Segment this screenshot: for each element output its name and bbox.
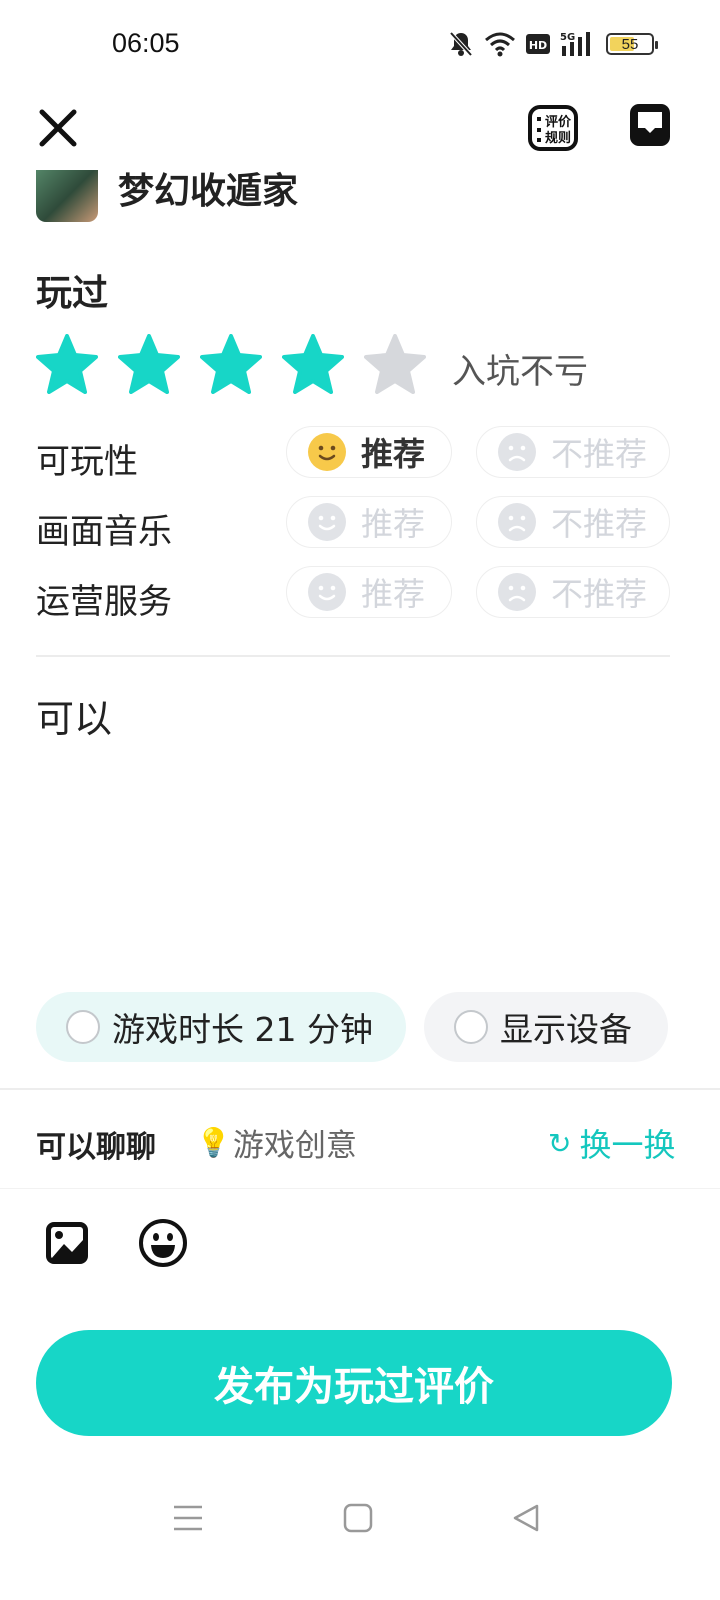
bell-off-icon: [449, 31, 473, 57]
not-recommend-button[interactable]: 不推荐: [476, 426, 670, 478]
prompt-topic-label: 游戏创意: [232, 1128, 357, 1164]
aspect-row: 可玩性 推荐 不推荐: [36, 426, 676, 482]
rules-label-line1: 评价: [545, 115, 572, 130]
smile-face-icon: [308, 433, 346, 471]
battery-level: 55: [621, 35, 639, 53]
menu-icon[interactable]: [168, 1496, 208, 1540]
aspect-label: 画面音乐: [36, 512, 172, 552]
not-recommend-label: 不推荐: [551, 575, 648, 613]
close-icon[interactable]: [34, 104, 82, 152]
lightbulb-icon: 💡: [196, 1126, 231, 1159]
aspect-row: 运营服务 推荐 不推荐: [36, 566, 676, 622]
game-title: 梦幻收遁家: [118, 171, 299, 212]
rating-caption: 入坑不亏: [452, 352, 588, 392]
inbox-icon[interactable]: [628, 102, 672, 148]
hd-icon: HD: [526, 34, 550, 54]
smile-face-icon: [308, 503, 346, 541]
divider: [0, 1188, 720, 1189]
publish-button[interactable]: 发布为玩过评价: [36, 1330, 672, 1436]
aspect-label: 可玩性: [36, 442, 138, 482]
recommend-label: 推荐: [361, 575, 426, 613]
wifi-icon: [485, 32, 515, 57]
rules-icon: 评价 规则: [528, 105, 578, 151]
sad-face-icon: [498, 503, 536, 541]
divider: [0, 1088, 720, 1090]
prompt-topic[interactable]: 💡 游戏创意: [196, 1120, 357, 1165]
signal-5g-icon: 5G: [560, 32, 590, 56]
recommend-label: 推荐: [361, 505, 426, 543]
star-1-icon[interactable]: [36, 334, 98, 394]
playtime-radio[interactable]: [66, 1010, 100, 1044]
home-icon[interactable]: [338, 1496, 378, 1540]
not-recommend-button[interactable]: 不推荐: [476, 566, 670, 618]
recommend-button[interactable]: 推荐: [286, 566, 452, 618]
prompt-label: 可以聊聊: [36, 1130, 156, 1165]
rules-label-line2: 规则: [545, 130, 571, 146]
star-2-icon[interactable]: [118, 334, 180, 394]
recommend-label: 推荐: [361, 435, 426, 473]
back-icon[interactable]: [506, 1496, 546, 1540]
device-tag[interactable]: 显示设备: [424, 992, 668, 1062]
refresh-icon: ↻: [548, 1126, 572, 1160]
star-5-icon[interactable]: [364, 334, 426, 394]
device-radio[interactable]: [454, 1010, 488, 1044]
status-icons: HD 5G 55: [448, 30, 658, 58]
star-rating[interactable]: [36, 334, 426, 394]
svg-text:5G: 5G: [560, 32, 575, 43]
aspect-row: 画面音乐 推荐 不推荐: [36, 496, 676, 552]
battery-icon: 55: [606, 33, 658, 55]
swap-label: 换一换: [579, 1126, 676, 1164]
sad-face-icon: [498, 573, 536, 611]
status-time: 06:05: [112, 28, 180, 58]
played-label: 玩过: [36, 273, 109, 314]
review-rules-button[interactable]: 评价 规则: [528, 104, 578, 152]
swap-button[interactable]: ↻ 换一换: [548, 1120, 675, 1166]
game-header: 梦幻收遁家: [36, 170, 676, 222]
image-icon[interactable]: [44, 1220, 90, 1266]
aspect-label: 运营服务: [36, 582, 172, 622]
divider: [36, 655, 670, 657]
star-3-icon[interactable]: [200, 334, 262, 394]
recommend-button[interactable]: 推荐: [286, 496, 452, 548]
not-recommend-label: 不推荐: [551, 435, 648, 473]
star-4-icon[interactable]: [282, 334, 344, 394]
playtime-label: 游戏时长 21 分钟: [112, 1010, 373, 1049]
not-recommend-button[interactable]: 不推荐: [476, 496, 670, 548]
smile-face-icon: [308, 573, 346, 611]
emoji-icon[interactable]: [138, 1218, 188, 1268]
playtime-tag[interactable]: 游戏时长 21 分钟: [36, 992, 406, 1062]
recommend-button[interactable]: 推荐: [286, 426, 452, 478]
device-label: 显示设备: [500, 1010, 632, 1049]
not-recommend-label: 不推荐: [551, 505, 648, 543]
review-text-area[interactable]: 可以: [36, 688, 112, 743]
game-avatar: [36, 170, 98, 222]
svg-text:HD: HD: [529, 39, 547, 52]
sad-face-icon: [498, 433, 536, 471]
